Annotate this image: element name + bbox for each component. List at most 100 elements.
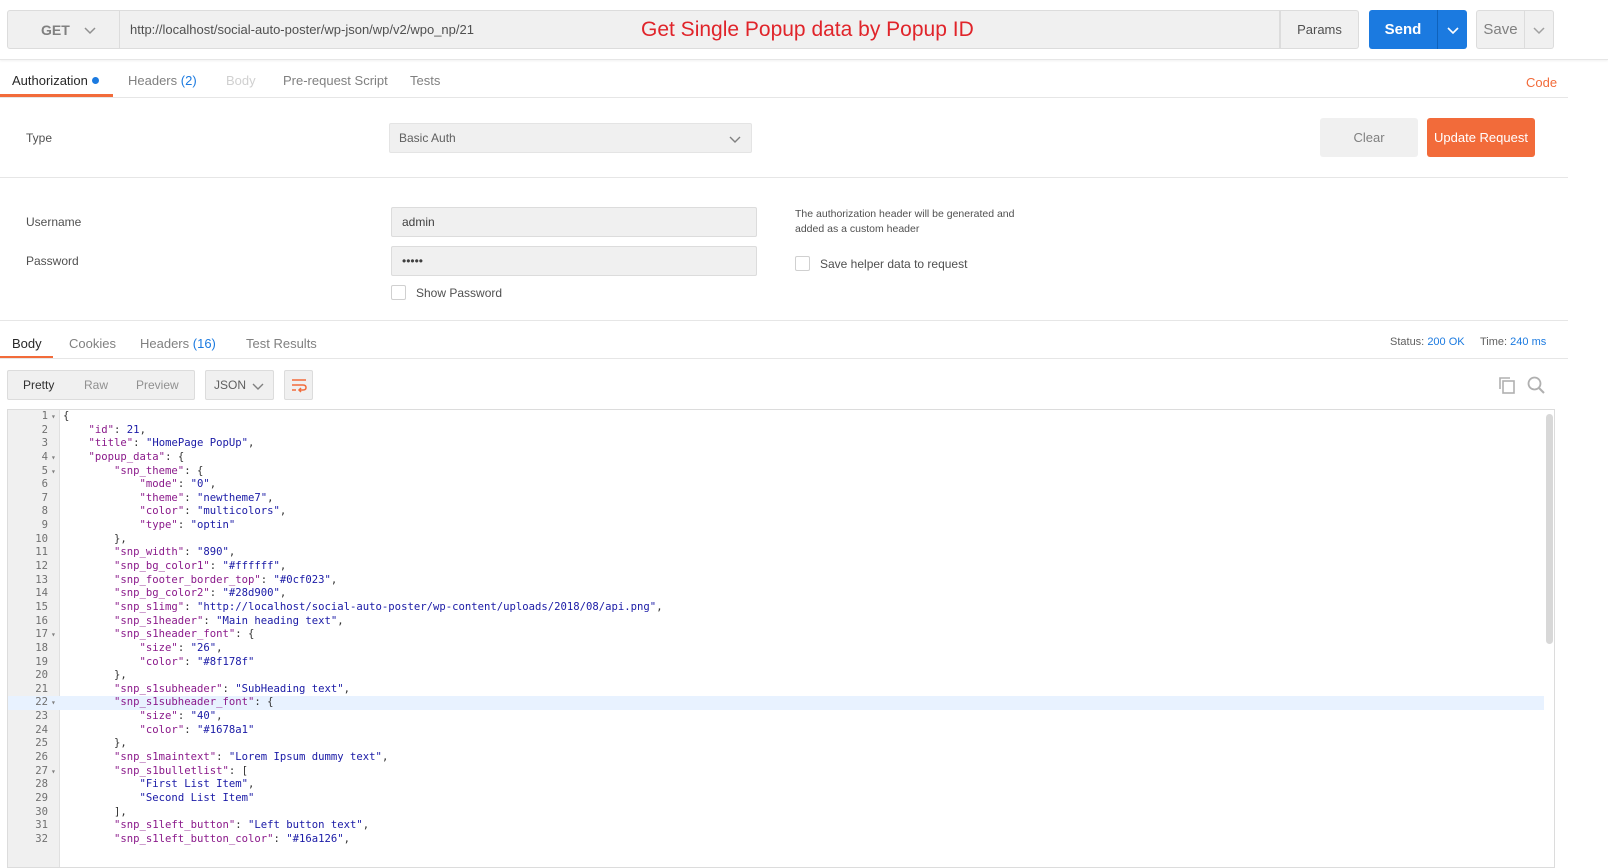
code-text: "color": "#8f178f"	[139, 655, 255, 668]
code-text: "popup_data": {	[88, 450, 185, 463]
tab-response-headers-label: Headers	[140, 336, 190, 351]
wrap-lines-button[interactable]	[284, 370, 313, 400]
tab-body[interactable]: Body	[226, 73, 256, 88]
preview-button[interactable]: Preview	[136, 378, 179, 392]
line-number: 17	[35, 628, 48, 641]
code-line: 7 "theme": "newtheme7",	[8, 492, 1544, 506]
code-line: 23 "size": "40",	[8, 710, 1544, 724]
tab-cookies[interactable]: Cookies	[69, 336, 116, 351]
code-line: 31 "snp_s1left_button": "Left button tex…	[8, 819, 1544, 833]
line-number: 11	[35, 546, 48, 559]
code-text: },	[63, 532, 127, 545]
code-line: 28 "First List Item",	[8, 778, 1544, 792]
tab-response-headers[interactable]: Headers (16)	[140, 336, 216, 351]
divider	[0, 177, 1568, 178]
fold-arrow-icon[interactable]: ▾	[51, 696, 56, 710]
wrap-lines-icon	[291, 379, 307, 393]
code-line: 14 "snp_bg_color2": "#28d900",	[8, 587, 1544, 601]
show-password-label: Show Password	[416, 286, 503, 300]
line-number: 20	[35, 669, 48, 682]
username-field[interactable]: admin	[391, 207, 757, 237]
code-text: "snp_s1subheader_font": {	[114, 696, 274, 709]
params-button[interactable]: Params	[1280, 10, 1359, 49]
save-button[interactable]: Save	[1476, 10, 1525, 49]
code-text: ],	[63, 805, 127, 818]
copy-icon[interactable]	[1497, 375, 1517, 395]
password-label: Password	[26, 254, 79, 268]
fold-arrow-icon[interactable]: ▾	[51, 410, 56, 424]
code-link[interactable]: Code	[1526, 75, 1557, 90]
code-line: 3 "title": "HomePage PopUp",	[8, 437, 1544, 451]
code-text: "snp_s1header_font": {	[114, 628, 255, 641]
code-text: "snp_bg_color1": "#ffffff",	[114, 560, 287, 573]
chevron-down-icon	[1533, 26, 1545, 34]
send-options-button[interactable]	[1437, 10, 1467, 49]
method-select[interactable]: GET	[7, 10, 120, 49]
format-value: JSON	[214, 378, 247, 392]
password-field[interactable]: •••••	[391, 246, 757, 276]
url-text: http://localhost/social-auto-poster/wp-j…	[130, 22, 474, 37]
line-number: 1	[41, 410, 48, 422]
line-number: 21	[35, 682, 48, 695]
status-value: 200 OK	[1427, 336, 1465, 348]
editor-scrollbar[interactable]	[1546, 414, 1553, 644]
code-line: 8 "color": "multicolors",	[8, 505, 1544, 519]
search-icon[interactable]	[1526, 375, 1546, 395]
request-tabs: Authorization Headers (2) Body Pre-reque…	[0, 62, 1568, 98]
line-number: 28	[35, 778, 48, 791]
code-text: "Second List Item"	[139, 791, 255, 804]
tab-authorization[interactable]: Authorization	[12, 73, 99, 88]
type-label: Type	[26, 131, 53, 145]
fold-arrow-icon[interactable]: ▾	[51, 451, 56, 465]
code-line: 6 "mode": "0",	[8, 478, 1544, 492]
show-password-checkbox[interactable]	[391, 285, 406, 300]
update-request-button[interactable]: Update Request	[1427, 118, 1535, 157]
chevron-down-icon	[729, 136, 741, 143]
clear-button[interactable]: Clear	[1320, 118, 1418, 157]
tab-test-results[interactable]: Test Results	[246, 336, 317, 351]
auth-type-select[interactable]: Basic Auth	[389, 123, 752, 153]
annotation-caption: Get Single Popup data by Popup ID	[641, 18, 974, 41]
code-line: 24 "color": "#1678a1"	[8, 724, 1544, 738]
raw-button[interactable]: Raw	[84, 378, 108, 392]
fold-arrow-icon[interactable]: ▾	[51, 628, 56, 642]
code-text: "title": "HomePage PopUp",	[88, 437, 255, 450]
line-number: 19	[35, 655, 48, 668]
fold-arrow-icon[interactable]: ▾	[51, 465, 56, 479]
code-line: 1 ▾ {	[8, 410, 1544, 424]
line-number: 25	[35, 737, 48, 750]
response-body-editor[interactable]: 1 ▾{2 "id": 21, 3 "title": "HomePage PopUp…	[7, 409, 1555, 868]
tab-response-body[interactable]: Body	[12, 336, 42, 351]
line-number: 24	[35, 723, 48, 736]
time-value: 240 ms	[1510, 336, 1547, 348]
tab-headers[interactable]: Headers (2)	[128, 73, 197, 88]
auth-type-value: Basic Auth	[399, 131, 456, 145]
code-line: 9 "type": "optin"	[8, 519, 1544, 533]
auth-hint: The authorization header will be generat…	[795, 207, 1045, 237]
headers-count: (2)	[180, 73, 197, 88]
code-text: "color": "multicolors",	[139, 505, 287, 518]
tab-prerequest-script[interactable]: Pre-request Script	[283, 73, 388, 88]
line-number: 23	[35, 710, 48, 723]
send-button[interactable]: Send	[1369, 10, 1437, 49]
line-number: 16	[35, 614, 48, 627]
format-select[interactable]: JSON	[205, 370, 274, 400]
code-text: },	[63, 737, 127, 750]
code-text: "snp_bg_color2": "#28d900",	[114, 587, 287, 600]
line-number: 14	[35, 587, 48, 600]
fold-arrow-icon[interactable]: ▾	[51, 765, 56, 779]
save-options-button[interactable]	[1525, 10, 1554, 49]
tab-tests[interactable]: Tests	[410, 73, 440, 88]
code-text: "id": 21,	[88, 423, 146, 436]
code-line: 21 "snp_s1subheader": "SubHeading text",	[8, 683, 1544, 697]
modified-dot-icon	[91, 77, 99, 84]
code-text: "snp_width": "890",	[114, 546, 236, 559]
line-number: 6	[41, 478, 48, 491]
save-helper-checkbox[interactable]	[795, 256, 810, 271]
line-number: 3	[41, 437, 48, 450]
pretty-button[interactable]: Pretty	[23, 378, 54, 392]
code-text: "snp_footer_border_top": "#0cf023",	[114, 573, 338, 586]
view-mode-switch: Pretty Raw Preview	[7, 370, 195, 400]
line-number: 2	[41, 423, 48, 436]
tab-authorization-label: Authorization	[12, 73, 88, 88]
